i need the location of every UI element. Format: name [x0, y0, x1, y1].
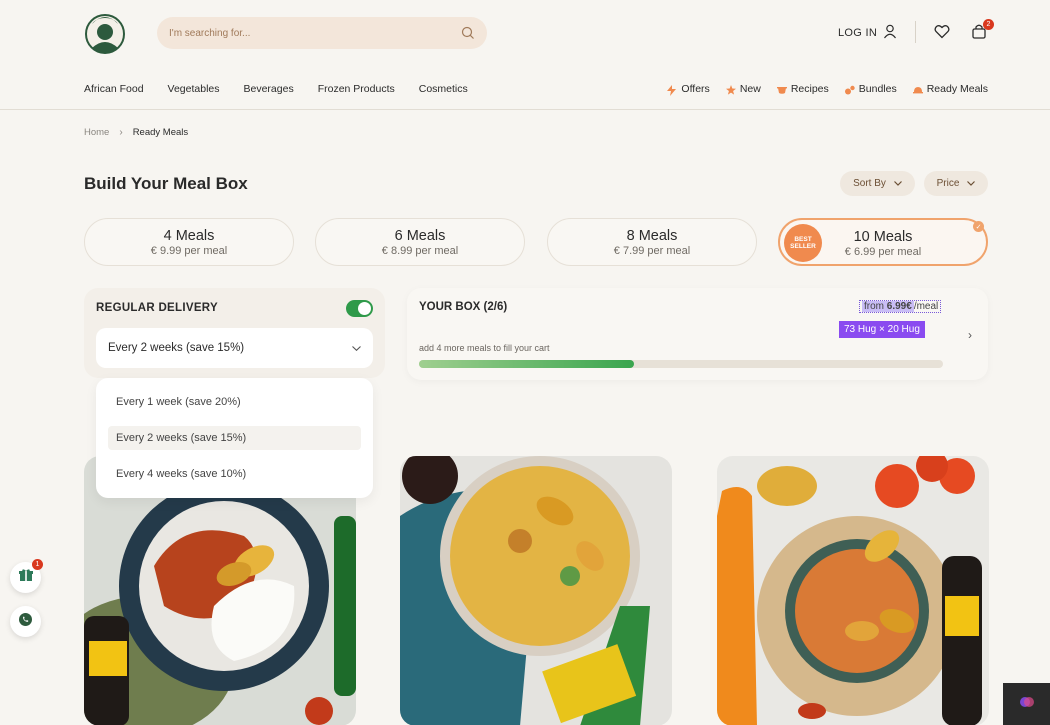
- breadcrumb-current: Ready Meals: [132, 127, 189, 138]
- nav-item-african-food[interactable]: African Food: [84, 83, 144, 95]
- nav-label: New: [739, 83, 761, 95]
- bolt-icon: [667, 84, 677, 96]
- nav-item-ready-meals[interactable]: Ready Meals: [912, 83, 988, 95]
- star-icon: [725, 84, 736, 95]
- meal-option-title: 4 Meals: [163, 228, 215, 244]
- user-icon: [883, 24, 897, 42]
- whatsapp-icon: [18, 612, 33, 632]
- delivery-label: REGULAR DELIVERY: [96, 302, 218, 314]
- nav-item-vegetables[interactable]: Vegetables: [168, 83, 220, 95]
- login-button[interactable]: LOG IN: [838, 24, 897, 42]
- price-from-prefix: from: [864, 301, 887, 312]
- dimension-overlay: 73 Hug × 20 Hug: [839, 321, 925, 338]
- gift-icon: [18, 568, 33, 587]
- check-icon: ✓: [973, 221, 984, 232]
- chevron-down-icon: [893, 178, 902, 189]
- login-label: LOG IN: [838, 27, 878, 39]
- product-card[interactable]: [717, 456, 989, 725]
- product-image: [717, 456, 989, 725]
- assistant-widget[interactable]: [1003, 683, 1050, 725]
- price-from-suffix: /meal: [913, 301, 939, 312]
- search-bar[interactable]: I'm searching for...: [157, 17, 487, 49]
- price-from-highlight: from 6.99€: [862, 301, 914, 312]
- dropdown-option[interactable]: Every 1 week (save 20%): [108, 390, 361, 414]
- price-from-value: 6.99€: [886, 301, 912, 312]
- meal-option-title: 8 Meals: [626, 228, 678, 244]
- meal-option-6[interactable]: 6 Meals € 8.99 per meal: [315, 218, 525, 266]
- product-image: [400, 456, 672, 725]
- sort-by-label: Sort By: [853, 178, 886, 189]
- nav-item-recipes[interactable]: Recipes: [776, 83, 829, 95]
- delivery-panel: REGULAR DELIVERY Every 2 weeks (save 15%…: [84, 288, 385, 378]
- price-label: Price: [936, 178, 960, 189]
- dish-icon: [912, 85, 923, 94]
- dropdown-option[interactable]: Every 4 weeks (save 10%): [108, 462, 361, 486]
- nav-item-beverages[interactable]: Beverages: [244, 83, 294, 95]
- price-filter-button[interactable]: Price: [924, 171, 988, 196]
- breadcrumb: Home › Ready Meals: [84, 127, 188, 138]
- box-progress-bar: [419, 360, 943, 368]
- dropdown-option-selected[interactable]: Every 2 weeks (save 15%): [108, 426, 361, 450]
- category-nav: African Food Vegetables Beverages Frozen…: [84, 83, 468, 95]
- nav-label: Ready Meals: [926, 83, 988, 95]
- bundle-icon: [844, 85, 855, 94]
- meal-option-price: € 8.99 per meal: [381, 245, 459, 257]
- delivery-frequency-value: Every 2 weeks (save 15%): [108, 342, 245, 354]
- nav-item-cosmetics[interactable]: Cosmetics: [419, 83, 468, 95]
- nav-item-bundles[interactable]: Bundles: [844, 83, 897, 95]
- breadcrumb-home[interactable]: Home: [84, 127, 109, 138]
- nav-item-new[interactable]: New: [725, 83, 761, 95]
- nav-label: Recipes: [790, 83, 829, 95]
- meal-option-price: € 9.99 per meal: [150, 245, 228, 257]
- header-divider-line: [0, 109, 1050, 110]
- gift-count-badge: 1: [32, 559, 43, 570]
- sort-by-button[interactable]: Sort By: [840, 171, 915, 196]
- nav-item-frozen-products[interactable]: Frozen Products: [318, 83, 395, 95]
- meal-option-8[interactable]: 8 Meals € 7.99 per meal: [547, 218, 757, 266]
- delivery-toggle[interactable]: [346, 300, 373, 317]
- box-hint: add 4 more meals to fill your cart: [419, 343, 550, 353]
- meal-option-4[interactable]: 4 Meals € 9.99 per meal: [84, 218, 294, 266]
- price-from-label: from 6.99€/meal: [859, 300, 942, 313]
- promo-nav: Offers New Recipes Bundles Ready Meals: [667, 83, 988, 96]
- nav-label: Offers: [681, 83, 710, 95]
- logo[interactable]: [84, 10, 126, 56]
- header-divider: [915, 21, 916, 43]
- delivery-frequency-dropdown: Every 1 week (save 20%) Every 2 weeks (s…: [96, 378, 373, 498]
- your-box-panel[interactable]: YOUR BOX (2/6) from 6.99€/meal 73 Hug × …: [407, 288, 988, 380]
- cart-count-badge: 2: [983, 19, 994, 30]
- best-seller-badge: BEST SELLER: [784, 224, 822, 262]
- meal-option-10[interactable]: BEST SELLER ✓ 10 Meals € 6.99 per meal: [778, 218, 988, 266]
- pot-icon: [776, 85, 787, 94]
- product-card[interactable]: [400, 456, 672, 725]
- search-icon[interactable]: [461, 26, 475, 40]
- chevron-right-icon: ›: [119, 127, 123, 138]
- page-title: Build Your Meal Box: [84, 174, 248, 193]
- delivery-frequency-select[interactable]: Every 2 weeks (save 15%): [96, 328, 373, 368]
- chevron-right-icon[interactable]: ›: [968, 328, 972, 342]
- nav-label: Bundles: [858, 83, 897, 95]
- meal-option-price: € 7.99 per meal: [613, 245, 691, 257]
- chevron-down-icon: [352, 342, 361, 354]
- nav-item-offers[interactable]: Offers: [667, 83, 710, 96]
- search-input[interactable]: I'm searching for...: [169, 28, 461, 39]
- chevron-down-icon: [967, 178, 976, 189]
- your-box-label: YOUR BOX (2/6): [419, 301, 508, 313]
- heart-icon[interactable]: [934, 24, 950, 44]
- meal-option-title: 6 Meals: [394, 228, 446, 244]
- whatsapp-button[interactable]: [10, 606, 41, 637]
- box-progress-fill: [419, 360, 634, 368]
- assistant-icon: [1019, 694, 1035, 715]
